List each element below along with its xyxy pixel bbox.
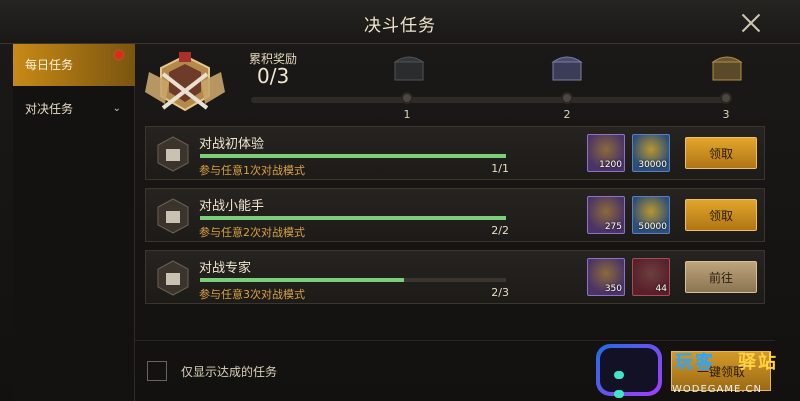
task-row: 对战专家 参与任意3次对战模式 2/3 350 44 前往 — [145, 250, 765, 304]
reward-node-label: 1 — [403, 108, 411, 121]
reward-node-label: 2 — [563, 108, 571, 121]
reward-count: 0/3 — [257, 64, 290, 88]
notification-dot-icon — [115, 51, 123, 59]
reward-node — [561, 92, 573, 104]
chest-icon-2[interactable] — [549, 52, 585, 82]
chest-icon-1[interactable] — [391, 52, 427, 82]
checkbox-label: 仅显示达成的任务 — [181, 365, 278, 379]
watermark-logo-icon — [596, 344, 662, 398]
title-bar: 决斗任务 — [0, 0, 800, 44]
go-button[interactable]: 前往 — [685, 261, 757, 293]
reward-item-icon[interactable]: 350 — [587, 258, 625, 296]
medal-icon — [145, 52, 225, 112]
reward-progress-bar — [251, 97, 727, 103]
task-badge-icon — [157, 260, 189, 296]
task-progress-text: 1/1 — [491, 162, 509, 175]
weapon-item-icon[interactable]: 44 — [632, 258, 670, 296]
tab-duel-tasks[interactable]: 对决任务 ⌄ — [13, 88, 135, 130]
task-progress-fill — [200, 216, 506, 220]
task-progress-text: 2/3 — [491, 286, 509, 299]
claim-button[interactable]: 领取 — [685, 199, 757, 231]
reward-item-qty: 50000 — [638, 222, 667, 232]
chest-icon-3[interactable] — [709, 52, 745, 82]
close-icon[interactable] — [740, 12, 762, 34]
chevron-down-icon: ⌄ — [112, 103, 121, 114]
claim-button[interactable]: 领取 — [685, 137, 757, 169]
tab-label: 对决任务 — [25, 102, 74, 116]
reward-item-qty: 30000 — [638, 160, 667, 170]
tab-daily-tasks[interactable]: 每日任务 — [13, 44, 135, 86]
watermark-text-a: 玩客 — [675, 352, 715, 373]
reward-item-icon[interactable]: 275 — [587, 196, 625, 234]
task-row: 对战小能手 参与任意2次对战模式 2/2 275 50000 领取 — [145, 188, 765, 242]
task-description: 参与任意3次对战模式 — [199, 288, 305, 301]
page-title: 决斗任务 — [364, 16, 436, 36]
task-name: 对战初体验 — [199, 137, 265, 152]
reward-item-qty: 350 — [604, 284, 622, 294]
task-badge-icon — [157, 136, 189, 172]
duel-task-panel: 决斗任务 每日任务 对决任务 ⌄ 累积奖励 0/3 1 2 3 对战初体验 参与… — [0, 0, 800, 401]
task-description: 参与任意2次对战模式 — [199, 226, 305, 239]
sidebar: 每日任务 对决任务 ⌄ — [13, 44, 135, 401]
task-progress-text: 2/2 — [491, 224, 509, 237]
reward-node-label: 3 — [722, 108, 730, 121]
watermark-text-b: 驿站 — [738, 352, 778, 373]
tab-label: 每日任务 — [25, 58, 74, 72]
reward-node — [720, 92, 732, 104]
reward-item-qty: 1200 — [599, 160, 622, 170]
task-name: 对战小能手 — [199, 199, 265, 214]
gold-coins-icon[interactable]: 50000 — [632, 196, 670, 234]
gold-coins-icon[interactable]: 30000 — [632, 134, 670, 172]
watermark-url: WODEGAME.CN — [672, 384, 762, 395]
task-name: 对战专家 — [199, 261, 252, 276]
task-description: 参与任意1次对战模式 — [199, 164, 305, 177]
task-progress-bar — [200, 154, 506, 158]
reward-track: 累积奖励 0/3 1 2 3 — [135, 44, 775, 121]
watermark-eyes — [614, 364, 644, 398]
task-progress-fill — [200, 154, 506, 158]
watermark-logo-inner — [600, 348, 658, 398]
reward-item-qty: 275 — [604, 222, 622, 232]
task-progress-bar — [200, 278, 506, 282]
reward-item-qty: 44 — [655, 284, 667, 294]
reward-item-icon[interactable]: 1200 — [587, 134, 625, 172]
show-completed-checkbox[interactable] — [147, 361, 167, 381]
task-row: 对战初体验 参与任意1次对战模式 1/1 1200 30000 领取 — [145, 126, 765, 180]
task-progress-fill — [200, 278, 405, 282]
task-badge-icon — [157, 198, 189, 234]
reward-node — [401, 92, 413, 104]
task-progress-bar — [200, 216, 506, 220]
